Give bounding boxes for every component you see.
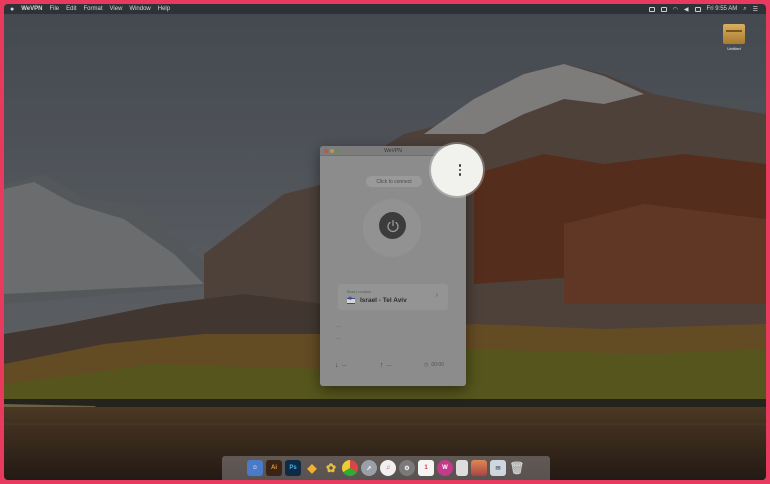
tv-icon[interactable] (471, 460, 487, 476)
israel-flag-icon (347, 296, 355, 304)
finder-icon[interactable]: ☺ (247, 460, 263, 476)
preferences-icon[interactable]: ⚙ (399, 460, 415, 476)
menu-clock[interactable]: Fri 9:55 AM (707, 6, 738, 12)
upload-arrow-icon: ↑ (380, 362, 384, 369)
display-icon[interactable] (660, 6, 667, 12)
menu-format[interactable]: Format (83, 6, 102, 12)
illustrator-icon[interactable]: Ai (266, 460, 282, 476)
wifi-icon[interactable]: ◠ (673, 6, 678, 13)
download-stat: ↓ — (335, 362, 347, 369)
upload-stat: ↑ — (380, 362, 392, 369)
download-value: — (341, 362, 347, 369)
menu-view[interactable]: View (110, 6, 123, 12)
menu-edit[interactable]: Edit (66, 6, 76, 12)
desktop-drive-icon[interactable]: Untitled (714, 24, 754, 51)
screen: ● WeVPN File Edit Format View Window Hel… (4, 4, 766, 480)
location-subtitle: Best Location (347, 289, 372, 294)
chevron-right-icon: › (435, 292, 438, 299)
menu-app-name[interactable]: WeVPN (21, 6, 42, 12)
desktop-icon-label: Untitled (727, 46, 741, 51)
connect-hint: Click to connect (366, 176, 422, 187)
photoshop-icon[interactable]: Ps (285, 460, 301, 476)
package-icon (723, 24, 745, 44)
menu-help[interactable]: Help (158, 6, 170, 12)
menu-window[interactable]: Window (129, 6, 150, 12)
notification-center-icon[interactable]: ☰ (753, 6, 758, 13)
download-arrow-icon: ↓ (335, 362, 339, 369)
itunes-icon[interactable]: ♫ (380, 460, 396, 476)
app-icon[interactable]: ✿ (323, 460, 339, 476)
location-selector[interactable]: Best Location Israel - Tel Aviv › (338, 284, 448, 310)
location-name: Israel - Tel Aviv (360, 297, 407, 304)
apple-menu-icon[interactable]: ● (10, 6, 14, 13)
upload-value: — (386, 362, 392, 369)
more-options-icon[interactable] (458, 164, 462, 176)
volume-icon[interactable]: ◀ (684, 6, 689, 13)
vpn-status-icon[interactable] (648, 6, 655, 12)
wevpn-icon[interactable]: W (437, 460, 453, 476)
menu-file[interactable]: File (49, 6, 59, 12)
chrome-icon[interactable] (342, 460, 358, 476)
trash-icon[interactable]: 🗑 (509, 460, 525, 476)
connection-time-stat: ◷ 00:00 (424, 362, 444, 368)
battery-icon[interactable] (694, 6, 701, 12)
menu-highlight-spotlight (431, 144, 483, 196)
divider-line: — (336, 324, 341, 330)
connect-power-button[interactable] (379, 212, 406, 239)
dock: ☺ Ai Ps ◆ ✿ ➚ ♫ ⚙ 1 W ✉ 🗑 (222, 456, 550, 480)
connection-time-value: 00:00 (431, 362, 444, 368)
divider-line: — (336, 336, 341, 342)
sketch-icon[interactable]: ◆ (304, 460, 320, 476)
document-icon[interactable] (456, 460, 468, 476)
spotlight-search-icon[interactable]: ⌕ (743, 6, 746, 13)
power-icon (386, 219, 399, 232)
mail-icon[interactable]: ✉ (490, 460, 506, 476)
calendar-icon[interactable]: 1 (418, 460, 434, 476)
clock-icon: ◷ (424, 362, 429, 368)
menu-bar: ● WeVPN File Edit Format View Window Hel… (4, 4, 766, 14)
launchpad-icon[interactable]: ➚ (361, 460, 377, 476)
